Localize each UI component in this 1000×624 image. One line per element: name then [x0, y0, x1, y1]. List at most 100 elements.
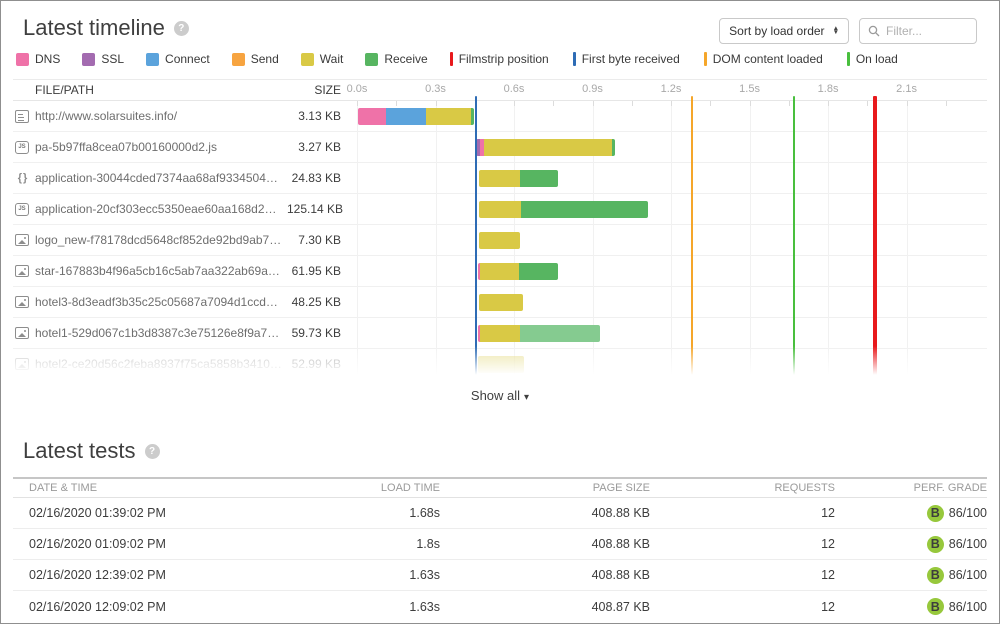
tests-title: Latest tests [23, 438, 136, 464]
performance-page: Latest timeline ? Sort by load order ▲▼ … [0, 0, 1000, 624]
file-path: star-167883b4f96a5cb16c5ab7aa322ab69af0f… [35, 264, 287, 278]
file-size: 3.27 KB [287, 140, 349, 154]
tests-row[interactable]: 02/16/2020 01:39:02 PM1.68s408.88 KB12B8… [13, 498, 987, 529]
timeline-row[interactable]: pa-5b97ffa8cea07b00160000d2.js3.27 KB [13, 132, 987, 163]
image-icon [15, 296, 29, 308]
legend-item-receive: Receive [365, 52, 427, 66]
timeline-row[interactable]: hotel3-8d3eadf3b35c25c05687a7094d1ccd0c8… [13, 287, 987, 318]
timeline-table: FILE/PATH SIZE http://www.solarsuites.in… [13, 79, 987, 380]
file-size: 7.30 KB [287, 233, 349, 247]
first_byte-marker-swatch [573, 52, 576, 66]
grade-score: 86/100 [949, 600, 987, 614]
legend-label: Filmstrip position [459, 52, 549, 66]
tests-rows: 02/16/2020 01:39:02 PM1.68s408.88 KB12B8… [13, 498, 987, 622]
size-column-header: SIZE [279, 83, 349, 97]
timeline-row[interactable]: application-30044cded7374aa68af9334504e6… [13, 163, 987, 194]
legend-label: SSL [101, 52, 124, 66]
timeline-row[interactable]: star-167883b4f96a5cb16c5ab7aa322ab69af0f… [13, 256, 987, 287]
test-datetime: 02/16/2020 12:09:02 PM [13, 600, 290, 614]
test-load-time: 1.8s [290, 537, 440, 551]
image-icon [15, 358, 29, 370]
file-path-column-header: FILE/PATH [13, 83, 279, 97]
legend-label: Connect [165, 52, 210, 66]
timeline-row-left: pa-5b97ffa8cea07b00160000d2.js3.27 KB [13, 140, 349, 154]
legend-item-on_load: On load [847, 52, 898, 66]
dom_loaded-marker-swatch [704, 52, 707, 66]
timeline-row-left: hotel1-529d067c1b3d8387c3e75126e8f9a73e3… [13, 326, 349, 340]
timeline-row[interactable]: hotel2-ce20d56c2feba8937f75ca5858b3410c7… [13, 349, 987, 380]
test-requests: 12 [650, 537, 835, 551]
test-perf-grade: B 86/100 [835, 598, 987, 615]
receive-swatch [365, 53, 378, 66]
test-requests: 12 [650, 568, 835, 582]
test-requests: 12 [650, 506, 835, 520]
timeline-legend: DNS SSL Connect Send Wait Receive Filmstrip p… [16, 52, 999, 66]
page-size-column-header: PAGE SIZE [440, 482, 650, 494]
on_load-marker-swatch [847, 52, 850, 66]
timeline-row-left: hotel2-ce20d56c2feba8937f75ca5858b3410c7… [13, 357, 349, 371]
filter-box[interactable] [859, 18, 977, 44]
legend-label: On load [856, 52, 898, 66]
test-datetime: 02/16/2020 01:09:02 PM [13, 537, 290, 551]
file-path: hotel3-8d3eadf3b35c25c05687a7094d1ccd0c8… [35, 295, 287, 309]
grade-badge: B [927, 598, 944, 615]
file-path: http://www.solarsuites.info/ [35, 109, 287, 123]
grade-badge: B [927, 567, 944, 584]
file-path: logo_new-f78178dcd5648cf852de92bd9ab7c68… [35, 233, 287, 247]
legend-item-wait: Wait [301, 52, 344, 66]
legend-item-ssl: SSL [82, 52, 124, 66]
document-icon [15, 110, 29, 123]
filter-input[interactable] [886, 24, 966, 38]
help-icon[interactable]: ? [145, 444, 160, 459]
chevron-down-icon: ▾ [524, 392, 529, 403]
timeline-rows: http://www.solarsuites.info/3.13 KB pa-5b… [13, 101, 987, 380]
legend-label: Receive [384, 52, 427, 66]
timeline-row[interactable]: http://www.solarsuites.info/3.13 KB [13, 101, 987, 132]
connect-swatch [146, 53, 159, 66]
test-perf-grade: B86/100 [835, 536, 987, 553]
search-icon [868, 25, 880, 37]
css-icon [15, 172, 29, 184]
test-load-time: 1.68s [290, 506, 440, 520]
legend-label: DNS [35, 52, 60, 66]
test-page-size: 408.88 KB [440, 537, 650, 551]
js-icon [15, 141, 29, 154]
file-path: application-20cf303ecc5350eae60aa168d23a… [35, 202, 287, 216]
file-size: 48.25 KB [287, 295, 349, 309]
tests-row[interactable]: 02/16/2020 12:09:02 PM1.63s408.87 KB12B8… [13, 591, 987, 622]
timeline-row[interactable]: hotel1-529d067c1b3d8387c3e75126e8f9a73e3… [13, 318, 987, 349]
image-icon [15, 265, 29, 277]
test-load-time: 1.63s [290, 568, 440, 582]
timeline-row-left: application-30044cded7374aa68af9334504e6… [13, 171, 349, 185]
show-all-button[interactable]: Show all▾ [1, 388, 999, 403]
timeline-row-left: application-20cf303ecc5350eae60aa168d23a… [13, 202, 349, 216]
file-size: 52.99 KB [287, 357, 349, 371]
legend-label: Send [251, 52, 279, 66]
timeline-row-left: http://www.solarsuites.info/3.13 KB [13, 109, 349, 123]
tests-row[interactable]: 02/16/2020 12:39:02 PM1.63s408.88 KB12B8… [13, 560, 987, 591]
image-icon [15, 327, 29, 339]
tests-row[interactable]: 02/16/2020 01:09:02 PM1.8s408.88 KB12B86… [13, 529, 987, 560]
legend-label: First byte received [582, 52, 680, 66]
test-page-size: 408.88 KB [440, 568, 650, 582]
grade-badge: B [927, 505, 944, 522]
legend-item-first_byte: First byte received [573, 52, 680, 66]
test-datetime: 02/16/2020 01:39:02 PM [13, 506, 290, 520]
timeline-row[interactable]: logo_new-f78178dcd5648cf852de92bd9ab7c68… [13, 225, 987, 256]
ssl-swatch [82, 53, 95, 66]
file-path: application-30044cded7374aa68af9334504e6… [35, 171, 287, 185]
timeline-row-left: hotel3-8d3eadf3b35c25c05687a7094d1ccd0c8… [13, 295, 349, 309]
test-requests: 12 [650, 600, 835, 614]
legend-item-send: Send [232, 52, 279, 66]
legend-item-connect: Connect [146, 52, 210, 66]
file-path: hotel2-ce20d56c2feba8937f75ca5858b3410c7… [35, 357, 287, 371]
date-time-column-header: DATE & TIME [13, 482, 290, 494]
help-icon[interactable]: ? [174, 21, 189, 36]
file-path: pa-5b97ffa8cea07b00160000d2.js [35, 140, 287, 154]
timeline-row[interactable]: application-20cf303ecc5350eae60aa168d23a… [13, 194, 987, 225]
legend-label: Wait [320, 52, 344, 66]
sort-dropdown[interactable]: Sort by load order ▲▼ [719, 18, 849, 44]
grade-score: 86/100 [949, 537, 987, 551]
timeline-row-left: logo_new-f78178dcd5648cf852de92bd9ab7c68… [13, 233, 349, 247]
timeline-row-left: star-167883b4f96a5cb16c5ab7aa322ab69af0f… [13, 264, 349, 278]
